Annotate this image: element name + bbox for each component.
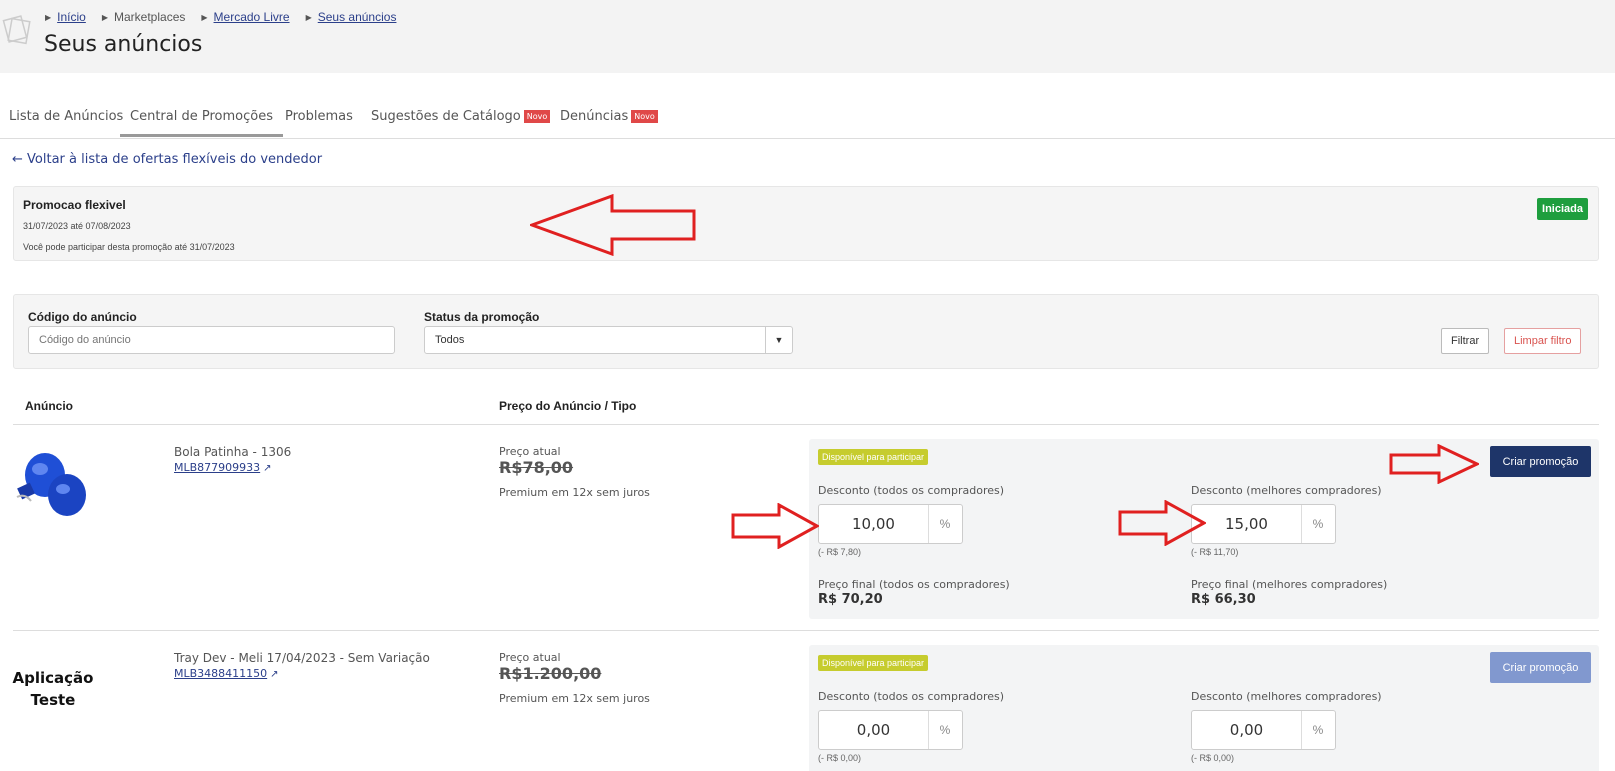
breadcrumb-marketplaces: Marketplaces [114, 10, 186, 24]
available-badge: Disponível para participar [818, 655, 929, 671]
promotion-dates: 31/07/2023 até 07/08/2023 [23, 221, 131, 231]
tab-denuncias[interactable]: Denúncias Novo [560, 109, 658, 124]
final-price-best: R$ 66,30 [1191, 592, 1256, 607]
price-label: Preço atual [499, 651, 561, 664]
percent-addon: % [1312, 723, 1324, 737]
tab-bar: Lista de Anúncios Central de Promoções P… [0, 103, 1615, 139]
product-name: Bola Patinha - 1306 [174, 445, 292, 459]
image-text: Aplicação [12, 669, 94, 687]
listing-type: Premium em 12x sem juros [499, 692, 650, 705]
boxing-gloves-image [16, 453, 86, 516]
status-select-value: Todos [435, 334, 465, 346]
discount-best-diff: (- R$ 0,00) [1191, 753, 1235, 763]
discount-all-input[interactable]: 0,00 % [818, 710, 963, 750]
tab-sugestoes-catalogo[interactable]: Sugestões de Catálogo Novo [371, 109, 551, 124]
available-badge: Disponível para participar [818, 449, 929, 465]
new-badge: Novo [523, 110, 551, 123]
product-code: MLB877909933 [174, 461, 261, 474]
percent-addon: % [939, 723, 951, 737]
price-label: Preço atual [499, 445, 561, 458]
external-link-icon: ↗ [270, 669, 279, 680]
status-label: Status da promoção [424, 310, 540, 324]
product-name: Tray Dev - Meli 17/04/2023 - Sem Variaçã… [174, 651, 430, 665]
annotation-arrow-right-icon [731, 503, 819, 549]
filter-panel: Código do anúncio Status da promoção Tod… [13, 294, 1599, 369]
promotion-title: Promocao flexivel [23, 198, 126, 212]
breadcrumb: ▶ Início ▶ Marketplaces ▶ Mercado Livre ▶ Se… [45, 10, 396, 24]
triangle-right-icon: ▶ [101, 12, 108, 22]
create-promotion-button[interactable]: Criar promoção [1490, 446, 1591, 477]
annotation-arrow-left-icon [530, 194, 696, 256]
product-image: Aplicação Teste [12, 649, 94, 729]
status-badge: Iniciada [1537, 198, 1588, 220]
annotation-arrow-right-icon [1118, 500, 1206, 546]
page-header: ▶ Início ▶ Marketplaces ▶ Mercado Livre ▶ Se… [0, 0, 1615, 73]
discount-best-value: 15,00 [1192, 505, 1302, 543]
tab-problemas[interactable]: Problemas [285, 109, 353, 124]
product-code-link[interactable]: MLB3488411150 ↗ [174, 667, 279, 680]
discount-all-input[interactable]: 10,00 % [818, 504, 963, 544]
triangle-right-icon: ▶ [45, 12, 52, 22]
discount-all-value: 0,00 [819, 711, 929, 749]
tab-lista-anuncios[interactable]: Lista de Anúncios [9, 109, 123, 124]
codigo-label: Código do anúncio [28, 310, 137, 324]
page-title: Seus anúncios [44, 32, 203, 57]
discount-all-value: 10,00 [819, 505, 929, 543]
annotation-arrow-right-icon [1389, 444, 1479, 484]
breadcrumb-seus-anuncios[interactable]: Seus anúncios [318, 10, 397, 24]
tags-icon [2, 15, 31, 45]
discount-all-diff: (- R$ 0,00) [818, 753, 862, 763]
column-header-preco: Preço do Anúncio / Tipo [499, 399, 637, 413]
discount-best-label: Desconto (melhores compradores) [1191, 690, 1382, 703]
back-link[interactable]: ← Voltar à lista de ofertas flexíveis do… [12, 152, 322, 167]
current-price: R$78,00 [499, 458, 574, 477]
breadcrumb-mercado-livre[interactable]: Mercado Livre [214, 10, 290, 24]
tab-label: Sugestões de Catálogo [371, 109, 521, 124]
tab-central-promocoes[interactable]: Central de Promoções [120, 109, 283, 137]
current-price: R$1.200,00 [499, 664, 602, 683]
percent-addon: % [1312, 517, 1324, 531]
percent-addon: % [939, 517, 951, 531]
discount-all-diff: (- R$ 7,80) [818, 547, 862, 557]
external-link-icon: ↗ [263, 463, 272, 474]
status-select[interactable]: Todos ▼ [424, 326, 793, 354]
discount-all-label: Desconto (todos os compradores) [818, 484, 1005, 497]
final-price-best-label: Preço final (melhores compradores) [1191, 578, 1388, 591]
tab-label: Denúncias [560, 109, 629, 124]
promotion-info: Promocao flexivel 31/07/2023 até 07/08/2… [13, 186, 1599, 261]
promotion-note: Você pode participar desta promoção até … [23, 242, 235, 252]
final-price-all-label: Preço final (todos os compradores) [818, 578, 1010, 591]
clear-filter-button[interactable]: Limpar filtro [1504, 328, 1582, 354]
caret-down-icon: ▼ [765, 327, 792, 353]
breadcrumb-inicio[interactable]: Início [57, 10, 86, 24]
image-text: Teste [30, 691, 76, 709]
triangle-right-icon: ▶ [201, 12, 208, 22]
discount-best-input[interactable]: 15,00 % [1191, 504, 1336, 544]
final-price-all: R$ 70,20 [818, 592, 883, 607]
promotion-panel: Disponível para participar Desconto (tod… [809, 645, 1599, 771]
discount-best-label: Desconto (melhores compradores) [1191, 484, 1382, 497]
product-code: MLB3488411150 [174, 667, 268, 680]
create-promotion-button[interactable]: Criar promoção [1490, 652, 1591, 683]
discount-all-label: Desconto (todos os compradores) [818, 690, 1005, 703]
listing-type: Premium em 12x sem juros [499, 486, 650, 499]
codigo-input[interactable] [28, 326, 395, 354]
discount-best-value: 0,00 [1192, 711, 1302, 749]
table-row: Aplicação Teste Tray Dev - Meli 17/04/20… [13, 631, 1599, 771]
column-header-anuncio: Anúncio [25, 399, 73, 413]
filter-button[interactable]: Filtrar [1441, 328, 1490, 354]
discount-best-diff: (- R$ 11,70) [1191, 547, 1239, 557]
new-badge: Novo [631, 110, 658, 123]
product-code-link[interactable]: MLB877909933 ↗ [174, 461, 272, 474]
discount-best-input[interactable]: 0,00 % [1191, 710, 1336, 750]
triangle-right-icon: ▶ [305, 12, 312, 22]
